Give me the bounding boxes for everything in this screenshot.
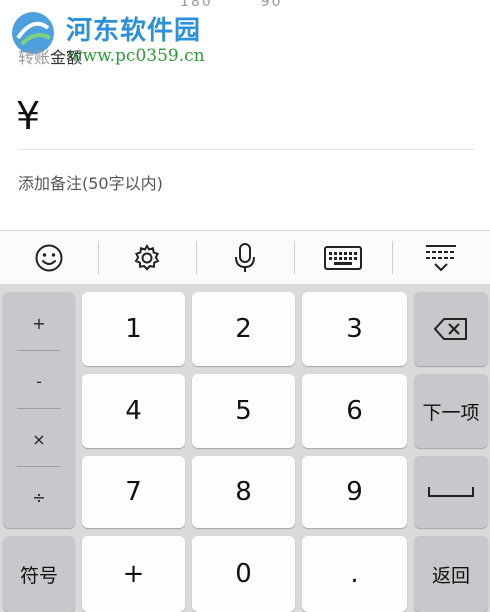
backspace-key[interactable] [414,292,488,366]
key-0[interactable]: 0 [192,536,295,612]
key-plus-symbol[interactable]: + [3,314,75,333]
symbol-divider [17,408,61,409]
microphone-icon [235,242,255,272]
backspace-icon [434,318,467,340]
note-input[interactable]: 添加备注(50字以内) [18,170,163,194]
key-divide[interactable]: ÷ [3,488,75,507]
symbol-divider [17,350,61,351]
amount-input[interactable]: ¥ [16,94,40,138]
emoji-button[interactable] [0,231,98,284]
amount-label-text: 金额 [50,48,83,67]
space-icon [428,487,474,497]
amount-label: 转账金额 [18,44,82,68]
numeric-keyboard: + - × ÷ 1 2 3 4 5 6 下一项 7 8 9 符号 + 0 . 返… [0,284,490,612]
status-text: 90 [260,0,283,10]
key-8[interactable]: 8 [192,456,295,528]
collapse-keyboard-icon [426,244,456,271]
key-4[interactable]: 4 [82,374,185,448]
keyboard-toolbar [0,230,490,285]
key-dot[interactable]: . [302,536,407,612]
key-9[interactable]: 9 [302,456,407,528]
divider [18,149,474,150]
gear-icon [134,243,160,271]
key-multiply[interactable]: × [3,430,75,449]
symbol-divider [17,466,61,467]
settings-button[interactable] [98,231,196,284]
key-3[interactable]: 3 [302,292,407,366]
key-minus[interactable]: - [3,372,75,391]
watermark-url: www.pc0359.cn [68,46,205,66]
amount-label-covered: 转账 [18,48,51,67]
symbol-column: + - × ÷ [3,292,75,528]
key-6[interactable]: 6 [302,374,407,448]
back-key[interactable]: 返回 [414,536,488,612]
key-7[interactable]: 7 [82,456,185,528]
keyboard-icon [324,245,362,270]
symbols-key[interactable]: 符号 [3,536,75,612]
key-1[interactable]: 1 [82,292,185,366]
voice-button[interactable] [196,231,294,284]
key-2[interactable]: 2 [192,292,295,366]
collapse-keyboard-button[interactable] [392,231,490,284]
key-plus[interactable]: + [82,536,185,612]
next-item-key[interactable]: 下一项 [414,374,488,448]
key-5[interactable]: 5 [192,374,295,448]
space-key[interactable] [414,456,488,528]
keyboard-switch-button[interactable] [294,231,392,284]
emoji-icon [35,244,63,271]
watermark-title: 河东软件园 [66,16,202,46]
